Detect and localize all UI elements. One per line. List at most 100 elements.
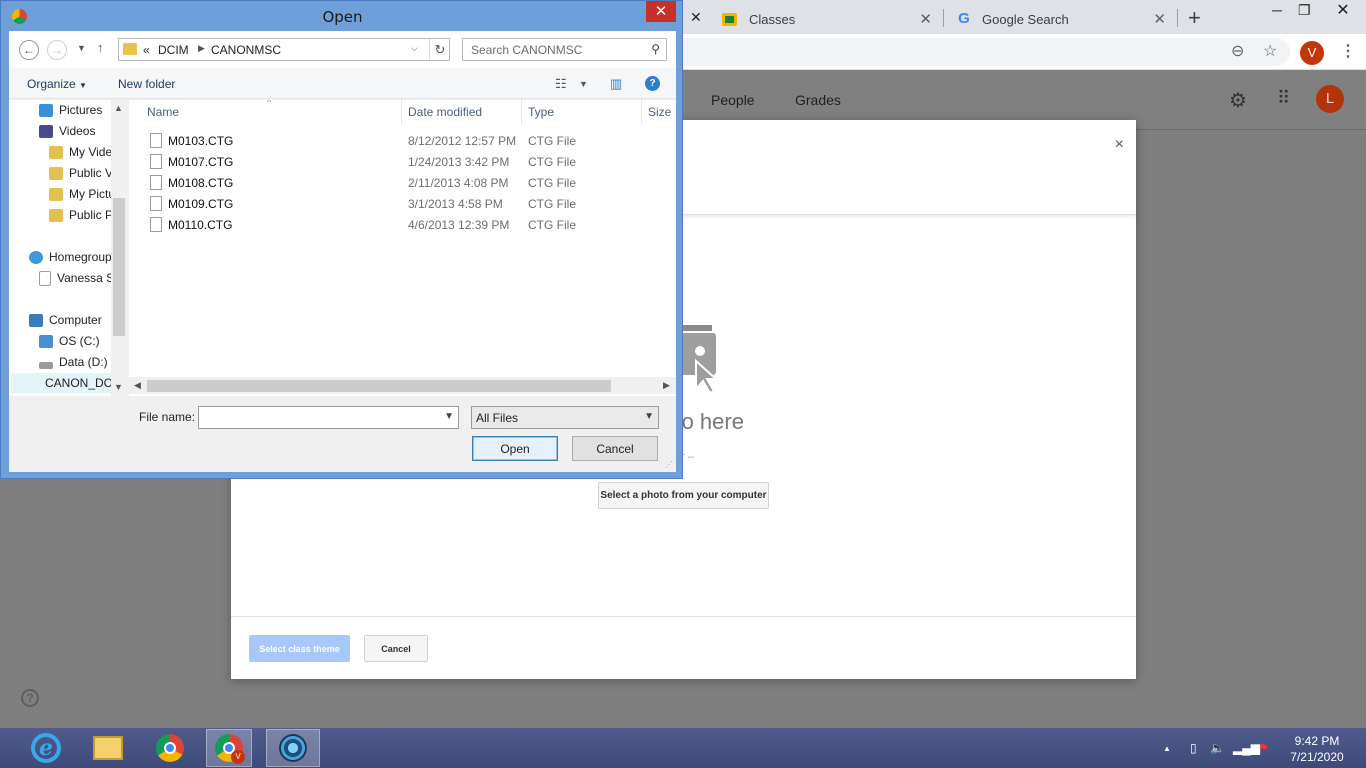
modal-close-icon[interactable]: × — [1115, 136, 1124, 154]
address-bar[interactable] — [670, 38, 1290, 66]
app-icon — [279, 734, 307, 762]
volume-icon[interactable]: 🔈 — [1210, 741, 1225, 755]
file-name-input[interactable]: ▼ — [198, 406, 459, 429]
nav-item-computer[interactable]: Computer — [29, 310, 102, 330]
nav-item-label: CANON_DC — [45, 376, 113, 390]
horizontal-scrollbar[interactable]: ◀ ▶ — [129, 377, 676, 394]
nav-scrollbar[interactable]: ▲ ▼ — [111, 100, 127, 396]
action-center-flag-icon[interactable]: ⚑ — [1258, 741, 1269, 755]
file-row[interactable]: M0103.CTG 8/12/2012 12:57 PM CTG File — [129, 130, 669, 151]
internet-explorer-icon: e — [31, 733, 61, 763]
classroom-profile-avatar[interactable]: L — [1316, 85, 1344, 113]
active-tab-close-button[interactable]: ✕ — [690, 9, 702, 26]
show-hidden-icons-icon[interactable]: ▲ — [1163, 744, 1171, 753]
taskbar-internet-explorer[interactable]: e — [24, 729, 68, 767]
apps-grid-icon[interactable]: ⠿ — [1277, 88, 1290, 109]
file-row[interactable]: M0110.CTG 4/6/2013 12:39 PM CTG File — [129, 214, 669, 235]
file-row[interactable]: M0107.CTG 1/24/2013 3:42 PM CTG File — [129, 151, 669, 172]
nav-item-user[interactable]: Vanessa S — [39, 268, 114, 288]
tab-close-button[interactable]: ✕ — [919, 10, 932, 28]
battery-icon[interactable]: ▯ — [1190, 741, 1197, 755]
tab-classes[interactable]: Classes ✕ — [710, 4, 942, 34]
open-button[interactable]: Open — [472, 436, 558, 461]
view-options-dropdown-icon[interactable]: ▼ — [579, 79, 588, 89]
restore-icon[interactable]: ❐ — [1298, 2, 1311, 19]
bookmark-star-icon[interactable]: ☆ — [1263, 41, 1277, 61]
scroll-down-icon[interactable]: ▼ — [114, 382, 123, 392]
network-signal-icon[interactable]: ▂▄▆ — [1233, 741, 1260, 755]
file-type: CTG File — [528, 176, 576, 190]
file-row[interactable]: M0109.CTG 3/1/2013 4:58 PM CTG File — [129, 193, 669, 214]
help-icon[interactable]: ? — [645, 76, 660, 91]
scroll-right-icon[interactable]: ▶ — [663, 380, 670, 391]
file-type-filter-select[interactable]: All Files ▼ — [471, 406, 659, 429]
dialog-titlebar[interactable]: Open ✕ — [1, 1, 684, 31]
up-arrow-icon[interactable]: ↑ — [97, 40, 104, 55]
breadcrumb-separator-icon[interactable]: ▶ — [198, 43, 205, 54]
nav-item-videos[interactable]: Videos — [39, 121, 95, 141]
modal-cancel-button[interactable]: Cancel — [364, 635, 428, 662]
taskbar-app[interactable] — [266, 729, 320, 767]
column-divider[interactable] — [521, 100, 522, 124]
profile-badge: V — [231, 750, 245, 764]
refresh-icon[interactable]: ↻ — [429, 39, 450, 60]
select-class-theme-button[interactable]: Select class theme — [249, 635, 350, 662]
breadcrumb-canonmsc[interactable]: CANONMSC — [211, 43, 281, 57]
folder-address-bar[interactable]: « DCIM ▶ CANONMSC ⌵ ↻ — [118, 38, 450, 61]
dialog-close-button[interactable]: ✕ — [646, 1, 676, 22]
homegroup-icon — [29, 250, 43, 264]
preview-pane-icon[interactable]: ▥ — [610, 76, 622, 92]
nav-item-canon[interactable]: CANON_DC — [11, 373, 113, 393]
breadcrumb-dcim[interactable]: DCIM — [158, 43, 189, 57]
nav-item-data-d[interactable]: Data (D:) — [39, 352, 108, 372]
help-icon[interactable]: ? — [21, 689, 39, 707]
browser-profile-avatar[interactable]: V — [1300, 41, 1324, 65]
pictures-icon — [39, 103, 53, 117]
taskbar-chrome[interactable] — [148, 729, 192, 767]
column-divider[interactable] — [401, 100, 402, 124]
scroll-left-icon[interactable]: ◀ — [134, 380, 141, 391]
tab-close-button[interactable]: ✕ — [1153, 10, 1166, 28]
settings-gear-icon[interactable]: ⚙ — [1229, 88, 1247, 113]
browser-menu-icon[interactable]: ⋮ — [1340, 41, 1356, 61]
column-name[interactable]: Name — [147, 105, 179, 119]
nav-item-os-c[interactable]: OS (C:) — [39, 331, 100, 351]
column-divider[interactable] — [641, 100, 642, 124]
column-type[interactable]: Type — [528, 105, 554, 119]
new-folder-button[interactable]: New folder — [118, 77, 175, 91]
window-close-icon[interactable]: ✕ — [1320, 0, 1366, 22]
nav-item-pictures[interactable]: Pictures — [39, 100, 102, 120]
scrollbar-thumb[interactable] — [113, 198, 125, 336]
breadcrumb-overflow[interactable]: « — [143, 43, 150, 57]
nav-item-homegroup[interactable]: Homegroup — [29, 247, 112, 267]
zoom-out-icon[interactable]: ⊖ — [1231, 41, 1244, 61]
forward-arrow-icon[interactable]: → — [47, 40, 67, 60]
taskbar-clock[interactable]: 9:42 PM 7/21/2020 — [1282, 733, 1352, 765]
back-arrow-icon[interactable]: ← — [19, 40, 39, 60]
taskbar-chrome-profile[interactable]: V — [206, 729, 252, 767]
scrollbar-thumb[interactable] — [147, 380, 611, 392]
file-row[interactable]: M0108.CTG 2/11/2013 4:08 PM CTG File — [129, 172, 669, 193]
cancel-button[interactable]: Cancel — [572, 436, 658, 461]
nav-people[interactable]: People — [711, 92, 755, 108]
address-dropdown-icon[interactable]: ⌵ — [411, 43, 418, 54]
new-tab-button[interactable]: + — [1188, 5, 1201, 31]
taskbar-file-explorer[interactable] — [86, 729, 130, 767]
nav-grades[interactable]: Grades — [795, 92, 841, 108]
organize-menu[interactable]: Organize ▼ — [27, 77, 87, 91]
column-size[interactable]: Size — [648, 105, 671, 119]
search-box[interactable]: Search CANONMSC ⚲ — [462, 38, 667, 61]
column-date-modified[interactable]: Date modified — [408, 105, 482, 119]
file-type: CTG File — [528, 134, 576, 148]
chevron-down-icon[interactable]: ▼ — [444, 411, 454, 422]
tab-google-search[interactable]: G Google Search ✕ — [944, 4, 1176, 34]
folder-icon — [49, 166, 63, 180]
resize-grip-icon[interactable]: ⋰ — [665, 460, 673, 469]
change-view-icon[interactable]: ☷ — [555, 76, 567, 92]
scroll-up-icon[interactable]: ▲ — [114, 103, 123, 113]
select-photo-button[interactable]: Select a photo from your computer — [598, 482, 769, 509]
file-name: M0103.CTG — [168, 134, 234, 148]
minimize-icon[interactable]: ─ — [1272, 2, 1282, 18]
recent-locations-dropdown-icon[interactable]: ▼ — [77, 43, 86, 53]
file-name: M0108.CTG — [168, 176, 234, 190]
